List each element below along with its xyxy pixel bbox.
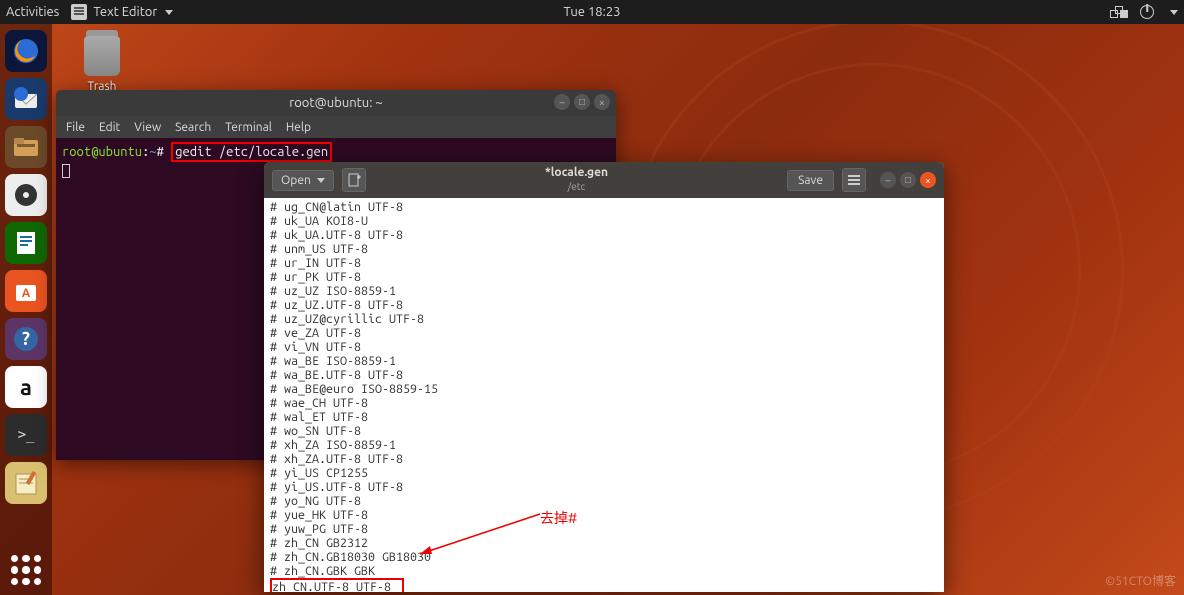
menu-edit[interactable]: Edit — [99, 121, 120, 134]
top-panel: Activities Text Editor Tue 18:23 — [0, 0, 1184, 24]
terminal-cursor — [62, 164, 70, 178]
terminal-titlebar[interactable]: root@ubuntu: ~ – □ × — [56, 90, 616, 116]
gedit-minimize-button[interactable]: – — [880, 172, 896, 188]
chevron-down-icon — [165, 10, 173, 15]
prompt-path: ~ — [149, 145, 156, 159]
app-menu-label: Text Editor — [93, 5, 157, 19]
activities-button[interactable]: Activities — [6, 5, 59, 19]
hamburger-menu-button[interactable] — [842, 168, 866, 192]
text-editor-icon — [71, 4, 87, 20]
music-icon — [13, 182, 39, 208]
gedit-text-area[interactable]: # ug_CN@latin UTF-8 # uk_UA KOI8-U # uk_… — [264, 198, 944, 592]
minimize-button[interactable]: – — [554, 94, 570, 110]
notes-launcher[interactable] — [5, 462, 47, 504]
gedit-headerbar[interactable]: Open *locale.gen /etc Save – □ × — [264, 162, 944, 198]
thunderbird-icon — [11, 84, 41, 114]
notepad-icon — [11, 468, 41, 498]
open-button[interactable]: Open — [272, 170, 334, 191]
show-applications-button[interactable] — [0, 555, 52, 585]
command-highlight: gedit /etc/locale.gen — [171, 142, 332, 162]
maximize-button[interactable]: □ — [574, 94, 590, 110]
highlighted-locale-line: zh_CN.UTF-8 UTF-8 — [270, 578, 404, 592]
firefox-icon — [11, 36, 41, 66]
new-doc-icon — [347, 173, 361, 187]
help-launcher[interactable]: ? — [5, 318, 47, 360]
open-button-label: Open — [281, 174, 311, 187]
menu-help[interactable]: Help — [286, 121, 311, 134]
app-menu[interactable]: Text Editor — [71, 4, 173, 20]
svg-text:A: A — [22, 287, 31, 300]
menu-search[interactable]: Search — [175, 121, 211, 134]
gedit-title: *locale.gen /etc — [374, 166, 779, 194]
chevron-down-icon — [317, 178, 325, 183]
terminal-icon: >_ — [18, 427, 35, 443]
network-icon[interactable] — [1110, 6, 1126, 18]
watermark: ©51CTO博客 — [1105, 572, 1176, 589]
firefox-launcher[interactable] — [5, 30, 47, 72]
system-menu-chevron-icon[interactable] — [1170, 10, 1178, 15]
shopping-bag-icon: A — [12, 277, 40, 305]
gedit-file-path: /etc — [374, 180, 779, 194]
svg-text:?: ? — [22, 329, 30, 349]
apps-grid-icon — [11, 555, 41, 585]
trash-icon — [84, 36, 120, 76]
menu-view[interactable]: View — [134, 121, 161, 134]
writer-launcher[interactable] — [5, 222, 47, 264]
files-launcher[interactable] — [5, 126, 47, 168]
new-document-button[interactable] — [342, 168, 366, 192]
gedit-window[interactable]: Open *locale.gen /etc Save – □ × # ug_CN… — [264, 162, 944, 592]
amazon-launcher[interactable]: a — [5, 366, 47, 408]
gedit-maximize-button[interactable]: □ — [900, 172, 916, 188]
files-icon — [11, 132, 41, 162]
amazon-icon: a — [20, 375, 32, 400]
gedit-close-button[interactable]: × — [920, 172, 936, 188]
power-icon[interactable] — [1140, 5, 1154, 19]
terminal-launcher[interactable]: >_ — [5, 414, 47, 456]
prompt-user: root@ubuntu — [62, 145, 142, 159]
menu-terminal[interactable]: Terminal — [225, 121, 272, 134]
help-icon: ? — [11, 324, 41, 354]
rhythmbox-launcher[interactable] — [5, 174, 47, 216]
menu-file[interactable]: File — [66, 121, 85, 134]
trash-desktop-icon[interactable]: Trash — [84, 36, 120, 93]
annotation-text: 去掉# — [540, 508, 577, 528]
document-icon — [11, 228, 41, 258]
terminal-title-text: root@ubuntu: ~ — [289, 96, 382, 110]
gedit-file-name: *locale.gen — [374, 166, 779, 180]
terminal-menubar: File Edit View Search Terminal Help — [56, 116, 616, 138]
save-button[interactable]: Save — [787, 170, 834, 191]
terminal-command: gedit /etc/locale.gen — [175, 145, 328, 159]
clock[interactable]: Tue 18:23 — [564, 5, 621, 19]
launcher-dock: A ? a >_ — [0, 24, 52, 595]
close-button[interactable]: × — [594, 94, 610, 110]
software-launcher[interactable]: A — [5, 270, 47, 312]
thunderbird-launcher[interactable] — [5, 78, 47, 120]
hamburger-icon — [848, 179, 860, 181]
